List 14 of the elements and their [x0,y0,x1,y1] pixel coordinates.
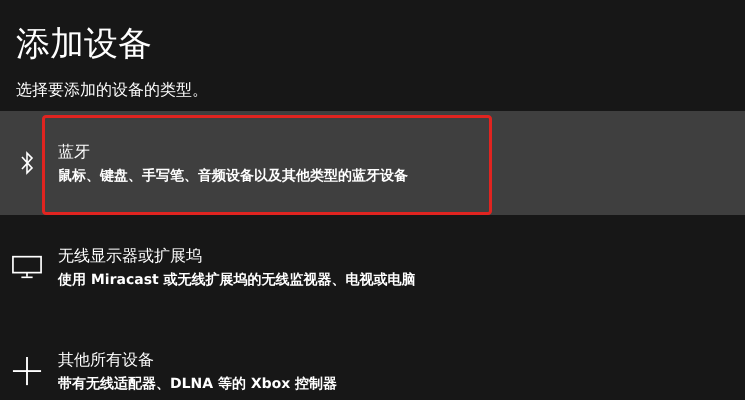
monitor-icon [12,255,42,279]
option-title: 蓝牙 [58,142,90,162]
device-type-option[interactable]: 其他所有设备 带有无线适配器、DLNA 等的 Xbox 控制器 [0,319,745,400]
option-description: 使用 Miracast 或无线扩展坞的无线监视器、电视或电脑 [58,270,416,288]
device-type-option[interactable]: 蓝牙 鼠标、键盘、手写笔、音频设备以及其他类型的蓝牙设备 [0,111,745,215]
option-title: 其他所有设备 [58,350,154,370]
option-title: 无线显示器或扩展坞 [58,246,202,266]
page-title: 添加设备 [15,23,152,66]
option-description: 带有无线适配器、DLNA 等的 Xbox 控制器 [58,374,338,392]
page-subtitle: 选择要添加的设备的类型。 [15,79,208,101]
device-type-option[interactable]: 无线显示器或扩展坞 使用 Miracast 或无线扩展坞的无线监视器、电视或电脑 [0,215,745,319]
plus-icon [12,355,42,387]
option-description: 鼠标、键盘、手写笔、音频设备以及其他类型的蓝牙设备 [58,166,408,184]
bluetooth-icon [20,150,34,176]
